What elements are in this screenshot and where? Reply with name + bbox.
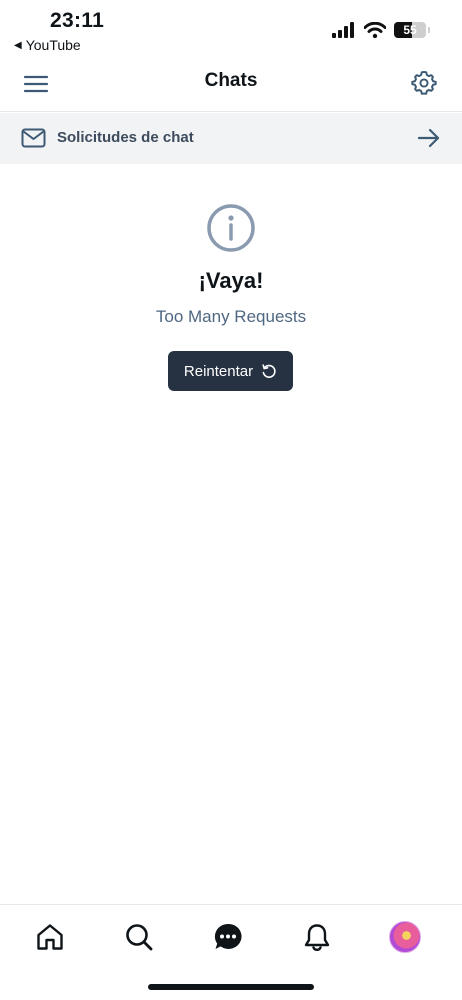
nav-notifications[interactable] <box>301 921 333 953</box>
error-title: ¡Vaya! <box>198 268 264 293</box>
nav-profile[interactable] <box>389 921 421 953</box>
home-icon <box>37 924 63 950</box>
chat-requests-row[interactable]: Solicitudes de chat <box>0 113 462 164</box>
battery-level: 55 <box>403 23 417 37</box>
refresh-icon <box>262 364 276 378</box>
retry-button[interactable]: Reintentar <box>168 351 293 391</box>
info-icon <box>207 204 255 252</box>
nav-chats[interactable] <box>212 921 244 953</box>
error-message: Too Many Requests <box>155 307 307 326</box>
search-icon <box>126 924 153 951</box>
back-triangle-icon: ◀ <box>14 39 22 51</box>
status-time: 23:11 <box>50 9 105 32</box>
retry-button-label: Reintentar <box>183 362 254 380</box>
settings-button[interactable] <box>410 69 438 97</box>
cellular-signal-icon <box>332 22 354 38</box>
bell-icon <box>304 924 330 951</box>
nav-home[interactable] <box>34 921 66 953</box>
wifi-icon <box>364 22 386 38</box>
top-header: Chats <box>0 56 462 112</box>
battery-cap <box>428 27 430 33</box>
chat-requests-label: Solicitudes de chat <box>57 129 194 146</box>
page-title: Chats <box>204 70 258 91</box>
mail-icon <box>21 128 46 148</box>
nav-search[interactable] <box>123 921 155 953</box>
status-bar: 23:11 ◀ YouTube 55 <box>0 0 462 56</box>
battery-icon: 55 <box>394 22 426 38</box>
status-indicators: 55 <box>332 22 430 38</box>
gear-icon <box>411 70 437 95</box>
back-app-label: YouTube <box>25 37 81 53</box>
back-to-app-link[interactable]: ◀ YouTube <box>14 37 81 53</box>
avatar <box>389 921 421 953</box>
chat-icon <box>214 923 242 949</box>
arrow-right-icon <box>417 128 440 148</box>
home-indicator <box>148 984 314 990</box>
